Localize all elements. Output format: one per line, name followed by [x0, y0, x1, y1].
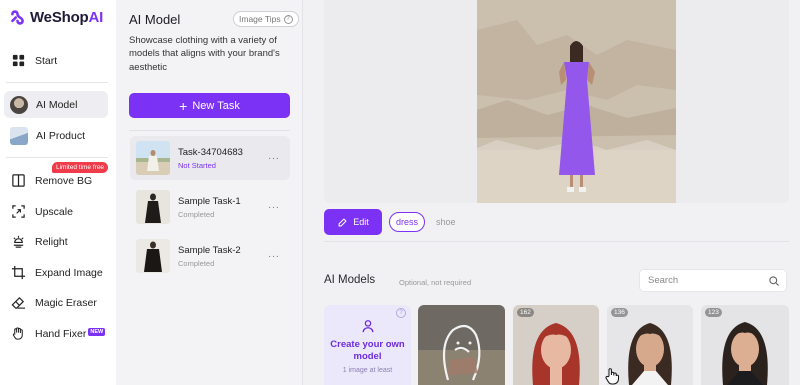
- search-icon[interactable]: [768, 275, 780, 287]
- sidebar-item-relight[interactable]: Relight: [4, 228, 108, 255]
- create-model-card[interactable]: ? Create your own model 1 image at least: [324, 305, 411, 385]
- sidebar-item-label: Relight: [35, 235, 68, 248]
- sidebar-item-label: AI Model: [36, 98, 78, 111]
- task-thumbnail: [136, 141, 170, 175]
- avatar: [10, 95, 28, 114]
- tag-dress[interactable]: dress: [389, 212, 426, 232]
- lamp-icon: [10, 233, 27, 250]
- task-status: Completed: [178, 209, 215, 219]
- new-badge: NEW: [88, 327, 106, 336]
- split-panel-icon: [10, 172, 27, 189]
- sidebar-item-upscale[interactable]: Upscale: [4, 198, 108, 225]
- sidebar-item-expand-image[interactable]: Expand Image: [4, 259, 108, 286]
- sidebar-item-hand-fixer[interactable]: Hand Fixer NEW: [4, 320, 108, 347]
- sidebar-item-label: Expand Image: [35, 266, 103, 279]
- user-icon: [362, 320, 374, 333]
- more-icon[interactable]: ···: [268, 251, 282, 262]
- task-name: Task-34704683: [178, 146, 243, 158]
- sidebar-item-magic-eraser[interactable]: Magic Eraser: [4, 289, 108, 316]
- main-area: Edit dress shoe AI Models Optional, not …: [303, 0, 800, 385]
- task-item[interactable]: Task-34704683 Not Started ···: [130, 136, 290, 180]
- sidebar-item-label: Upscale: [35, 205, 73, 218]
- sidebar-item-remove-bg[interactable]: Remove BG: [4, 167, 108, 194]
- more-icon[interactable]: ···: [268, 153, 282, 164]
- sidebar-item-label: AI Product: [36, 129, 86, 142]
- model-count: 136: [611, 308, 628, 317]
- sidebar-item-label: Start: [35, 54, 58, 67]
- model-thumbnail: [418, 305, 505, 385]
- new-task-label: New Task: [192, 99, 240, 112]
- task-name: Sample Task-2: [178, 244, 241, 256]
- more-icon[interactable]: ···: [268, 202, 282, 213]
- model-card[interactable]: 123: [701, 305, 789, 385]
- brand-suffix: AI: [88, 9, 104, 26]
- sidebar: WeShopAI Start AI Model AI Product Limit…: [0, 0, 116, 385]
- sidebar-item-ai-product[interactable]: AI Product: [4, 122, 108, 149]
- page-description: Showcase clothing with a variety of mode…: [129, 35, 280, 73]
- new-task-button[interactable]: + New Task: [129, 93, 290, 118]
- brand-name: WeShop: [30, 9, 89, 26]
- edit-label: Edit: [353, 217, 369, 227]
- upscale-icon: [10, 203, 27, 220]
- task-item[interactable]: Sample Task-1 Completed ···: [130, 185, 290, 229]
- sidebar-item-label: Remove BG: [35, 174, 93, 187]
- grid-icon: [10, 52, 27, 69]
- brand-logo[interactable]: WeShopAI: [9, 9, 103, 26]
- model-thumbnail: [513, 305, 599, 385]
- model-card[interactable]: 162: [513, 305, 599, 385]
- divider: [129, 130, 290, 131]
- divider: [324, 241, 789, 242]
- task-panel: AI Model Image Tips ? Showcase clothing …: [116, 0, 303, 385]
- tag-shoe[interactable]: shoe: [430, 212, 462, 232]
- task-thumbnail: [136, 239, 170, 273]
- search-box: [639, 269, 787, 292]
- ai-models-heading: AI Models: [324, 274, 376, 286]
- model-thumbnail: [701, 305, 789, 385]
- preview-image[interactable]: [477, 0, 676, 203]
- sidebar-item-label: Hand Fixer: [35, 327, 87, 340]
- task-status: Not Started: [178, 160, 216, 170]
- preview-area: [324, 0, 789, 203]
- create-model-subtitle: 1 image at least: [342, 367, 393, 374]
- divider: [6, 82, 108, 83]
- crop-expand-icon: [10, 264, 27, 281]
- weshop-logo-icon: [11, 10, 24, 25]
- sidebar-item-label: Magic Eraser: [35, 296, 97, 309]
- image-tips-label: Image Tips: [239, 14, 281, 24]
- task-item[interactable]: Sample Task-2 Completed ···: [130, 234, 290, 278]
- ai-models-subtitle: Optional, not required: [399, 278, 472, 287]
- plus-icon: +: [179, 97, 188, 114]
- task-thumbnail: [136, 190, 170, 224]
- model-card[interactable]: [418, 305, 505, 385]
- product-thumb-icon: [10, 126, 28, 145]
- page-title: AI Model: [129, 12, 181, 27]
- sidebar-item-start[interactable]: Start: [4, 47, 108, 74]
- search-input[interactable]: [648, 275, 766, 286]
- eraser-icon: [10, 294, 27, 311]
- create-model-title: Create your own model: [330, 339, 405, 363]
- divider: [6, 157, 108, 158]
- model-count: 123: [705, 308, 722, 317]
- help-icon[interactable]: ?: [396, 308, 406, 318]
- model-count: 162: [517, 308, 534, 317]
- pointer-cursor-icon: [605, 368, 619, 385]
- task-status: Completed: [178, 258, 215, 268]
- sidebar-item-ai-model[interactable]: AI Model: [4, 91, 108, 118]
- edit-button[interactable]: Edit: [324, 209, 382, 235]
- task-name: Sample Task-1: [178, 195, 241, 207]
- help-icon: ?: [283, 14, 293, 24]
- image-tips-button[interactable]: Image Tips ?: [233, 11, 299, 27]
- hand-icon: [10, 325, 27, 342]
- brush-icon: [338, 217, 347, 226]
